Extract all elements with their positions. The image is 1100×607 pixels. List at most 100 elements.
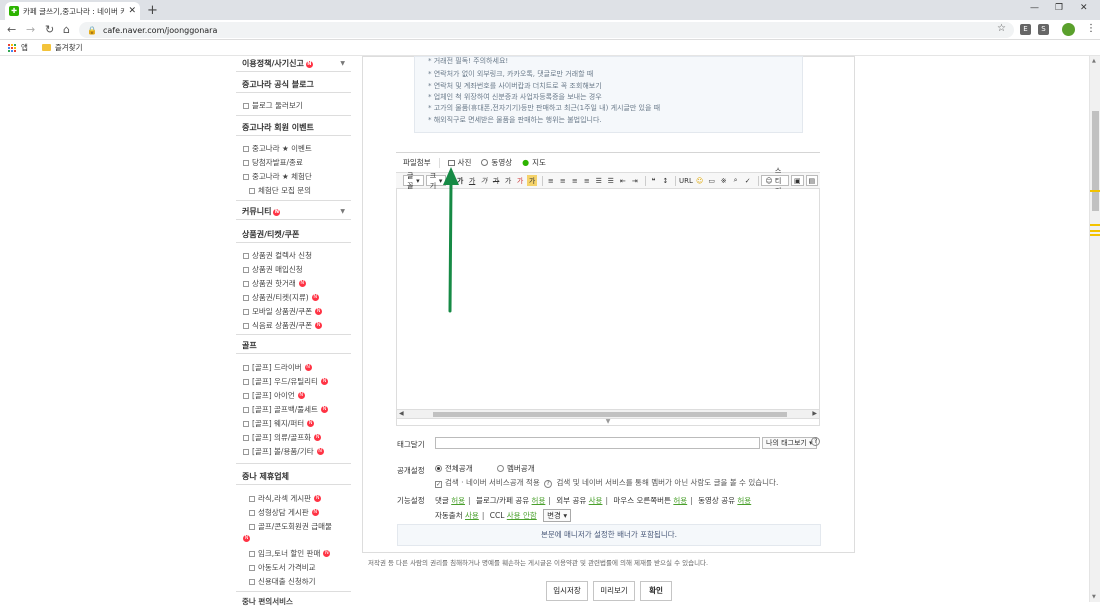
sidebar-item-golf[interactable]: [골프] 우드/유틸리티 N [243,376,328,387]
scroll-right-icon[interactable]: ▶ [812,410,817,417]
table-icon[interactable]: ▭ [707,175,717,186]
address-bar[interactable]: 🔒 cafe.naver.com/joonggonara ☆ [79,22,1014,38]
attach-video-button[interactable]: 동영상 [481,157,512,168]
reload-icon[interactable]: ↻ [45,23,54,36]
ordered-list-icon[interactable]: ☰ [594,175,604,186]
emoticon-icon[interactable]: ☺ [695,175,705,186]
feature-toggle-link[interactable]: 허용 [532,496,546,505]
editor-content-area[interactable] [396,189,820,409]
underline-button[interactable]: 가 [467,175,477,186]
browser-menu-icon[interactable]: ⋮ [1086,23,1096,34]
sidebar-item-golf[interactable]: [골프] 아이언 N [243,390,305,401]
align-center-icon[interactable]: ≡ [558,175,568,186]
feature-toggle-link[interactable]: 허용 [673,496,687,505]
tag-input[interactable] [435,437,760,449]
font-select[interactable]: 글꼴 ▾ [403,172,424,190]
radio-public[interactable]: 전체공개 [435,464,473,473]
bookmark-apps-label[interactable]: 앱 [21,42,28,53]
italic-button[interactable]: 가 [479,175,489,186]
change-button[interactable]: 변경 ▾ [543,509,572,522]
sidebar-section-community[interactable]: 커뮤니티 N ▼ [236,204,351,220]
bold-button[interactable]: 가 [455,175,465,186]
browser-tab[interactable]: ✚ 카페 글쓰기,중고나라 : 네이버 카 ✕ [5,2,140,20]
confirm-button[interactable]: 확인 [640,581,672,601]
sidebar-item-voucher[interactable]: 모바일 상품권/쿠폰 N [243,306,323,317]
feature-toggle-link[interactable]: 사용 [589,496,603,505]
sidebar-item-blog[interactable]: 블로그 둘러보기 [243,100,303,111]
bullet-list-icon[interactable]: ☰ [606,175,616,186]
font-color-button[interactable]: 가 [515,175,525,186]
sticker-button[interactable]: ☺ 스티커 [761,167,789,195]
scrollbar-thumb[interactable] [433,412,787,417]
sidebar-item-partner[interactable]: 성형상담 게시판 N [249,507,319,518]
strike-button[interactable]: 가 [491,175,501,186]
sidebar-item-golf[interactable]: [골프] 드라이버 N [243,362,312,373]
close-window-icon[interactable]: ✕ [1080,3,1088,13]
outdent-icon[interactable]: ⇤ [618,175,628,186]
chevron-down-icon[interactable]: ▼ [340,56,345,72]
sidebar-section-policy[interactable]: 이용정책/사기신고 N ▼ [236,56,351,72]
sidebar-item-voucher[interactable]: 상품권/티켓(지류) N [243,292,319,303]
extension-icon[interactable]: S [1038,24,1049,35]
sidebar-item-golf[interactable]: [골프] 골프백/풀세트 N [243,404,328,415]
bookmark-star-icon[interactable]: ☆ [997,23,1006,34]
size-select[interactable]: 크기 ▾ [425,172,447,190]
help-icon[interactable]: ? [811,437,820,446]
apps-grid-icon[interactable] [8,43,16,52]
link-button[interactable]: URL [679,175,693,186]
home-icon[interactable]: ⌂ [63,23,70,36]
help-icon[interactable]: ? [544,480,553,488]
feature-toggle-link[interactable]: 허용 [451,496,465,505]
preview-button[interactable]: 미리보기 [593,581,635,601]
sidebar-item-partner[interactable]: 라식,라섹 게시판 N [249,493,322,504]
radio-members[interactable]: 멤버공개 [497,464,535,473]
chevron-down-icon[interactable]: ▼ [340,204,345,220]
html-mode-icon[interactable]: ▣ [791,175,804,186]
forward-icon[interactable]: → [26,23,35,36]
attach-map-button[interactable]: ● 지도 [522,157,546,168]
fullscreen-icon[interactable]: ▤ [805,175,819,186]
temp-save-button[interactable]: 임시저장 [546,581,588,601]
sidebar-item-golf[interactable]: [골프] 웨지/퍼터 N [243,418,315,429]
editor-resize-handle[interactable]: ▼ [396,419,820,426]
close-tab-icon[interactable]: ✕ [128,6,136,16]
align-justify-icon[interactable]: ≡ [582,175,592,186]
scrollbar-thumb[interactable] [1092,111,1099,211]
sidebar-item-partner[interactable]: 신용대출 신청하기 [249,576,316,587]
sidebar-item-event[interactable]: 중고나라 ★ 이벤트 [243,143,312,154]
find-icon[interactable]: ⌕ [731,175,741,186]
indent-icon[interactable]: ⇥ [630,175,640,186]
scroll-up-icon[interactable]: ▲ [1092,58,1096,64]
scroll-left-icon[interactable]: ◀ [399,410,404,417]
new-tab-icon[interactable]: + [147,3,158,18]
special-char-icon[interactable]: ※ [719,175,729,186]
sidebar-item-voucher[interactable]: 상품권 매입신청 [243,264,303,275]
sidebar-item-partner[interactable]: 임크,토너 할인 판매 N [249,548,331,559]
attach-photo-button[interactable]: 사진 [447,157,471,168]
spellcheck-icon[interactable]: ✓ [743,175,753,186]
align-left-icon[interactable]: ≡ [546,175,556,186]
sidebar-item-event[interactable]: 당첨자발표/종료 [243,157,303,168]
minimize-icon[interactable]: — [1030,3,1039,13]
line-height-icon[interactable]: ↕ [660,175,670,186]
sidebar-item-event[interactable]: 중고나라 ★ 체험단 [243,171,312,182]
align-right-icon[interactable]: ≡ [570,175,580,186]
ccl-toggle-link[interactable]: 사용 안함 [507,511,537,520]
feature-toggle-link[interactable]: 허용 [737,496,751,505]
restore-icon[interactable]: ❐ [1055,3,1063,13]
bookmark-favorites-label[interactable]: 즐겨찾기 [55,42,83,53]
page-scrollbar[interactable]: ▲ ▼ [1089,56,1100,602]
quote-icon[interactable]: ❝ [648,175,658,186]
sidebar-item-golf[interactable]: [골프] 볼/용품/기타 N [243,446,324,457]
extension-icon[interactable]: E [1020,24,1031,35]
my-tags-button[interactable]: 나의 태그보기 ▾ [762,437,817,449]
scroll-down-icon[interactable]: ▼ [1092,594,1096,600]
sidebar-item-partner[interactable]: 골프/콘도회원권 급매물 [249,521,332,532]
sidebar-item-golf[interactable]: [골프] 의류/골프화 N [243,432,322,443]
sidebar-item-partner[interactable]: 아동도서 가격비교 [249,562,316,573]
search-public-checkbox[interactable]: ✓ 검색 · 네이버 서비스공개 적용 [435,478,540,488]
sidebar-item-event[interactable]: 체험단 모집 문의 [249,185,311,196]
source-toggle-link[interactable]: 사용 [465,511,479,520]
bg-color-button[interactable]: 가 [527,175,538,186]
back-icon[interactable]: ← [7,23,16,36]
